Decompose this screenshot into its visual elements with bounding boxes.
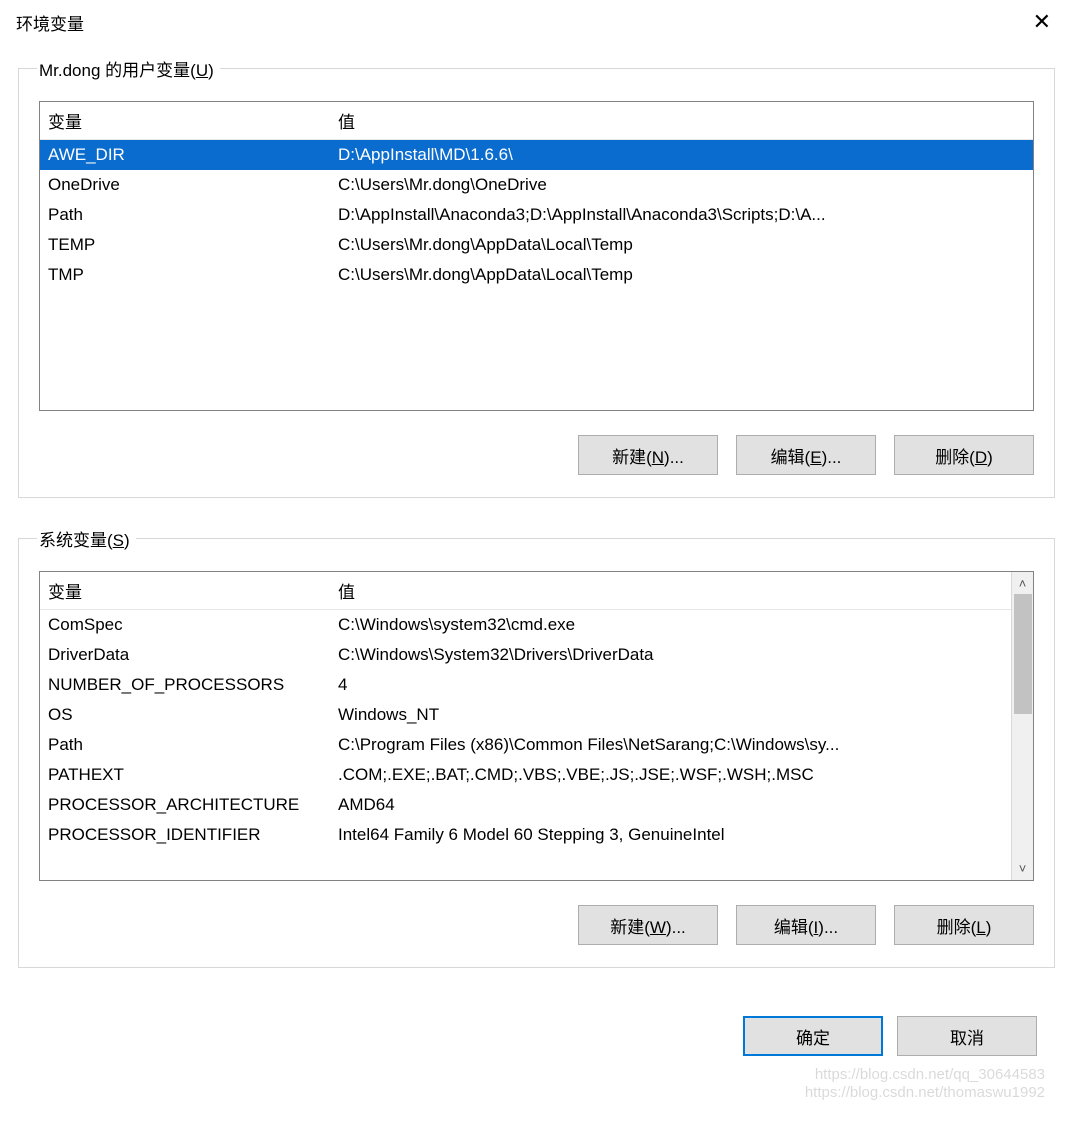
sys-col-variable[interactable]: 变量 <box>40 572 330 610</box>
user-variables-table-wrap: 变量 值 AWE_DIRD:\AppInstall\MD\1.6.6\OneDr… <box>39 101 1034 411</box>
dialog-content: Mr.dong 的用户变量(U) 变量 值 AWE_DIRD:\AppInsta… <box>0 44 1073 1074</box>
var-name-cell: TEMP <box>40 230 330 260</box>
system-new-button[interactable]: 新建(W)... <box>578 905 718 945</box>
table-row[interactable]: ComSpecC:\Windows\system32\cmd.exe <box>40 610 1033 641</box>
var-name-cell: Path <box>40 730 330 760</box>
var-name-cell: PROCESSOR_IDENTIFIER <box>40 820 330 850</box>
system-variables-legend: 系统变量(S) <box>37 526 136 551</box>
var-name-cell: TMP <box>40 260 330 290</box>
table-row[interactable]: PROCESSOR_ARCHITECTUREAMD64 <box>40 790 1033 820</box>
var-name-cell: PROCESSOR_ARCHITECTURE <box>40 790 330 820</box>
close-icon[interactable]: ✕ <box>1023 5 1061 39</box>
user-variables-table[interactable]: 变量 值 AWE_DIRD:\AppInstall\MD\1.6.6\OneDr… <box>40 102 1033 290</box>
var-value-cell: .COM;.EXE;.BAT;.CMD;.VBS;.VBE;.JS;.JSE;.… <box>330 760 1033 790</box>
table-row[interactable]: DriverDataC:\Windows\System32\Drivers\Dr… <box>40 640 1033 670</box>
system-variables-table-wrap: 变量 值 ComSpecC:\Windows\system32\cmd.exeD… <box>39 571 1034 881</box>
system-delete-button[interactable]: 删除(L) <box>894 905 1034 945</box>
var-value-cell: C:\Windows\System32\Drivers\DriverData <box>330 640 1033 670</box>
user-variables-group: Mr.dong 的用户变量(U) 变量 值 AWE_DIRD:\AppInsta… <box>18 56 1055 498</box>
var-value-cell: C:\Windows\system32\cmd.exe <box>330 610 1033 641</box>
system-variables-table[interactable]: 变量 值 ComSpecC:\Windows\system32\cmd.exeD… <box>40 572 1033 850</box>
var-name-cell: OneDrive <box>40 170 330 200</box>
var-name-cell: NUMBER_OF_PROCESSORS <box>40 670 330 700</box>
var-value-cell: D:\AppInstall\MD\1.6.6\ <box>330 140 1033 171</box>
dialog-buttons: 确定 取消 <box>18 996 1055 1056</box>
table-row[interactable]: PATHEXT.COM;.EXE;.BAT;.CMD;.VBS;.VBE;.JS… <box>40 760 1033 790</box>
var-name-cell: Path <box>40 200 330 230</box>
var-name-cell: PATHEXT <box>40 760 330 790</box>
var-value-cell: C:\Program Files (x86)\Common Files\NetS… <box>330 730 1033 760</box>
user-new-button[interactable]: 新建(N)... <box>578 435 718 475</box>
var-value-cell: C:\Users\Mr.dong\AppData\Local\Temp <box>330 260 1033 290</box>
titlebar: 环境变量 ✕ <box>0 0 1073 44</box>
table-row[interactable]: TMPC:\Users\Mr.dong\AppData\Local\Temp <box>40 260 1033 290</box>
user-variables-legend: Mr.dong 的用户变量(U) <box>37 56 220 81</box>
user-delete-button[interactable]: 删除(D) <box>894 435 1034 475</box>
var-value-cell: Windows_NT <box>330 700 1033 730</box>
table-row[interactable]: PROCESSOR_IDENTIFIERIntel64 Family 6 Mod… <box>40 820 1033 850</box>
cancel-button[interactable]: 取消 <box>897 1016 1037 1056</box>
user-col-value[interactable]: 值 <box>330 102 1033 140</box>
table-row[interactable]: OneDriveC:\Users\Mr.dong\OneDrive <box>40 170 1033 200</box>
system-scrollbar[interactable]: ˄ ˅ <box>1011 572 1033 880</box>
scroll-thumb[interactable] <box>1014 594 1032 714</box>
scroll-up-icon[interactable]: ˄ <box>1019 572 1027 595</box>
table-row[interactable]: NUMBER_OF_PROCESSORS4 <box>40 670 1033 700</box>
window-title: 环境变量 <box>16 10 84 35</box>
var-name-cell: ComSpec <box>40 610 330 641</box>
var-value-cell: 4 <box>330 670 1033 700</box>
scroll-down-icon[interactable]: ˅ <box>1019 857 1027 880</box>
table-row[interactable]: OSWindows_NT <box>40 700 1033 730</box>
system-buttons: 新建(W)... 编辑(I)... 删除(L) <box>39 905 1034 945</box>
system-variables-group: 系统变量(S) 变量 值 ComSpecC:\Windows\system32\… <box>18 526 1055 968</box>
table-row[interactable]: PathD:\AppInstall\Anaconda3;D:\AppInstal… <box>40 200 1033 230</box>
var-value-cell: D:\AppInstall\Anaconda3;D:\AppInstall\An… <box>330 200 1033 230</box>
user-edit-button[interactable]: 编辑(E)... <box>736 435 876 475</box>
var-value-cell: Intel64 Family 6 Model 60 Stepping 3, Ge… <box>330 820 1033 850</box>
var-value-cell: C:\Users\Mr.dong\OneDrive <box>330 170 1033 200</box>
table-row[interactable]: PathC:\Program Files (x86)\Common Files\… <box>40 730 1033 760</box>
ok-button[interactable]: 确定 <box>743 1016 883 1056</box>
system-edit-button[interactable]: 编辑(I)... <box>736 905 876 945</box>
var-name-cell: AWE_DIR <box>40 140 330 171</box>
table-row[interactable]: AWE_DIRD:\AppInstall\MD\1.6.6\ <box>40 140 1033 171</box>
var-name-cell: OS <box>40 700 330 730</box>
table-row[interactable]: TEMPC:\Users\Mr.dong\AppData\Local\Temp <box>40 230 1033 260</box>
sys-col-value[interactable]: 值 <box>330 572 1033 610</box>
var-value-cell: AMD64 <box>330 790 1033 820</box>
user-col-variable[interactable]: 变量 <box>40 102 330 140</box>
user-buttons: 新建(N)... 编辑(E)... 删除(D) <box>39 435 1034 475</box>
var-name-cell: DriverData <box>40 640 330 670</box>
var-value-cell: C:\Users\Mr.dong\AppData\Local\Temp <box>330 230 1033 260</box>
